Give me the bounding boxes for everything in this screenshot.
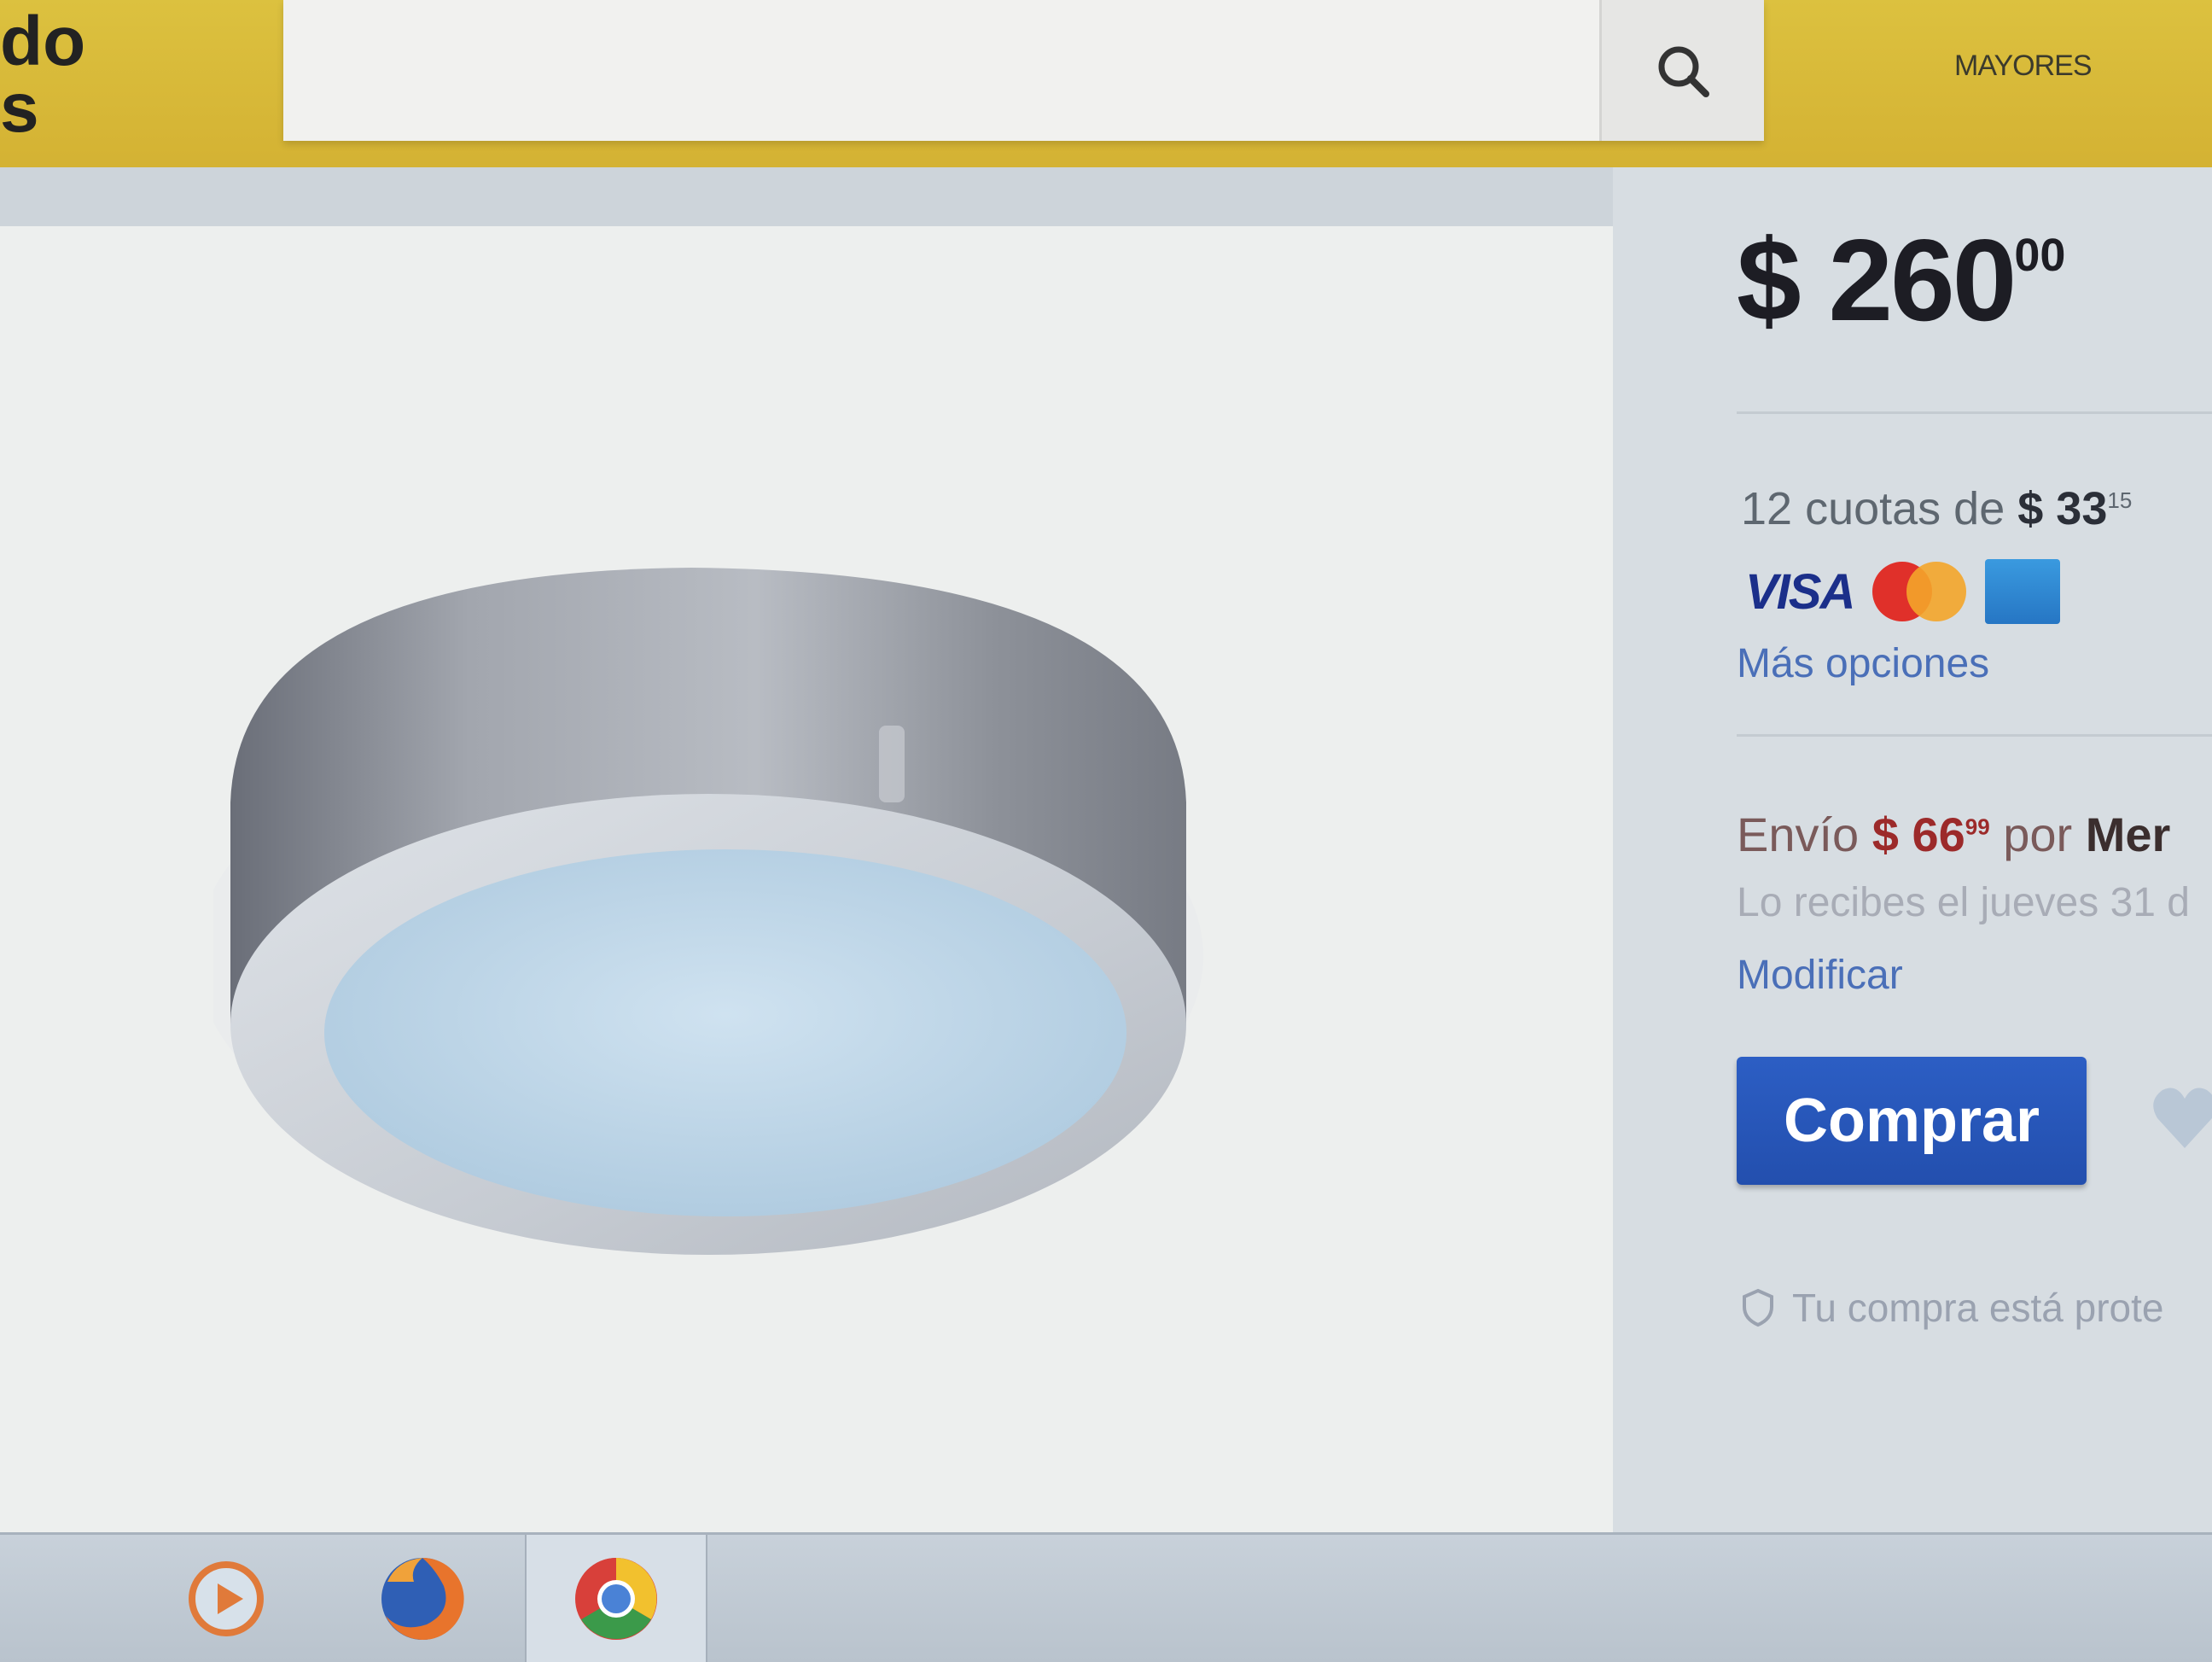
site-header: do s MAYORES	[0, 0, 2212, 167]
modify-shipping-link[interactable]: Modificar	[1737, 952, 1903, 999]
search-icon	[1658, 46, 1709, 97]
mastercard-icon	[1872, 562, 1967, 621]
taskbar	[0, 1532, 2212, 1662]
header-nav-link[interactable]: MAYORES	[1954, 50, 2093, 83]
search-bar	[283, 0, 1764, 141]
heart-icon[interactable]	[2151, 1080, 2212, 1157]
divider	[1737, 411, 2212, 414]
delivery-estimate: Lo recibes el jueves 31 d	[1737, 880, 2190, 925]
site-logo[interactable]: do s	[0, 3, 86, 147]
installments-amount: $ 33	[2017, 483, 2108, 534]
product-image[interactable]	[213, 546, 1220, 1280]
price-whole: 260	[1828, 215, 2017, 345]
taskbar-chrome[interactable]	[525, 1535, 707, 1662]
divider	[1737, 734, 2212, 737]
shipping-prefix: Envío	[1737, 808, 1860, 861]
logo-line-2: s	[0, 69, 39, 147]
payment-cards: VISA	[1745, 559, 2061, 624]
purchase-protection: Tu compra está prote	[1741, 1285, 2164, 1331]
amex-icon	[1985, 559, 2061, 624]
shield-icon	[1743, 1288, 1773, 1327]
protection-text: Tu compra está prote	[1792, 1286, 2164, 1330]
price-cents: 00	[2014, 230, 2066, 281]
product-price: $ 26000	[1737, 213, 2065, 347]
chrome-icon	[575, 1557, 657, 1640]
visa-icon: VISA	[1745, 563, 1855, 620]
taskbar-media-player[interactable]	[137, 1535, 316, 1662]
price-symbol: $	[1737, 215, 1802, 345]
installments-cents: 15	[2107, 487, 2133, 513]
search-input[interactable]	[283, 0, 1598, 141]
search-button[interactable]	[1599, 0, 1764, 141]
shipping-amount: $ 66	[1871, 808, 1965, 861]
shipping-by: por	[2003, 808, 2073, 861]
taskbar-firefox[interactable]	[333, 1535, 512, 1662]
shipping-carrier: Mer	[2085, 808, 2171, 861]
more-options-link[interactable]: Más opciones	[1737, 640, 1989, 687]
shipping-cents: 99	[1965, 814, 1990, 840]
installments-info: 12 cuotas de $ 3315	[1741, 482, 2132, 535]
installments-prefix: 12 cuotas de	[1741, 483, 2005, 534]
buy-button[interactable]: Comprar	[1737, 1057, 2087, 1185]
logo-line-1: do	[0, 3, 86, 80]
media-player-icon	[189, 1560, 264, 1636]
shipping-info: Envío $ 6699 por Mer	[1737, 807, 2170, 862]
firefox-icon	[381, 1557, 464, 1640]
